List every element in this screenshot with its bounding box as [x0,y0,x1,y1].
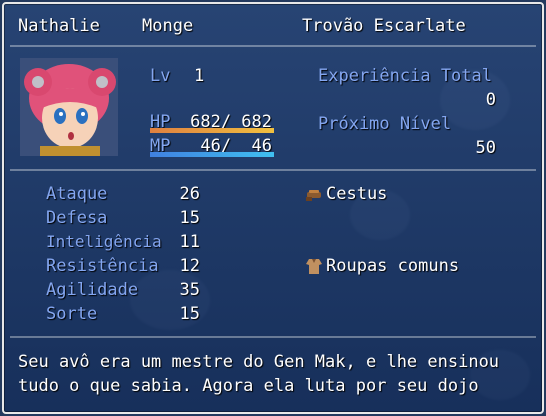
actor-portrait [20,58,118,156]
equip-weapon-name: Cestus [326,184,388,204]
mp-gauge-fill [150,152,274,157]
next-level-value: 50 [475,138,496,158]
param-value-intelligence: 11 [179,232,200,252]
level-label: Lv [150,66,171,86]
param-label-resistance: Resistência [46,256,159,276]
exp-total-value: 0 [485,90,496,110]
exp-total-label: Experiência Total [318,66,492,86]
param-label-luck: Sorte [46,304,98,324]
divider [10,169,536,171]
param-value-defense: 15 [179,208,200,228]
param-label-attack: Ataque [46,184,108,204]
profile-line-1: Seu avô era um mestre do Gen Mak, e lhe … [18,352,500,372]
hp-gauge-fill [150,128,274,133]
param-value-luck: 15 [179,304,200,324]
param-value-resistance: 12 [179,256,200,276]
actor-name: Nathalie [18,16,100,36]
actor-nickname: Trovão Escarlate [302,16,466,36]
level-value: 1 [194,66,205,86]
divider [10,336,536,338]
next-level-label: Próximo Nível [318,114,452,134]
param-label-agility: Agilidade [46,280,139,300]
actor-class: Monge [142,16,194,36]
equip-armor-name: Roupas comuns [326,256,460,276]
param-value-agility: 35 [179,280,200,300]
param-value-attack: 26 [179,184,200,204]
param-label-intelligence: Inteligência [46,232,162,251]
profile-line-2: tudo o que sabia. Agora ela luta por seu… [18,376,479,396]
clothes-icon [304,256,324,276]
divider [10,45,536,47]
param-label-defense: Defesa [46,208,108,228]
cestus-icon [304,184,324,204]
status-window: Nathalie Monge Trovão Escarlate Lv 1 HP … [2,2,544,414]
